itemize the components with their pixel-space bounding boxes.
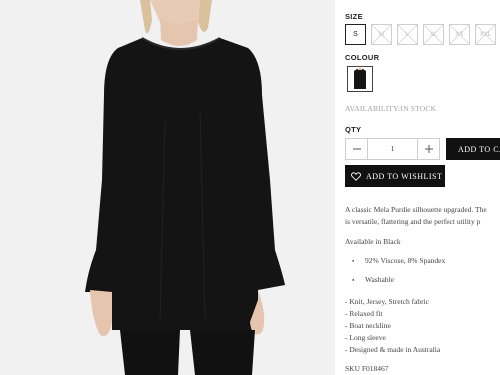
size-option-m[interactable]: M <box>371 24 392 45</box>
composition-item: 92% Viscose, 8% Spandex <box>352 256 445 265</box>
colour-swatch-black[interactable] <box>347 66 373 92</box>
plus-icon <box>424 145 433 153</box>
available-in-text: Available in Black <box>345 237 401 246</box>
unavailable-strike-icon <box>372 25 391 44</box>
size-selector: S MLXLXSXXL <box>345 24 496 45</box>
feature-item: - Relaxed fit <box>345 309 383 318</box>
feature-item: - Long sleeve <box>345 333 386 342</box>
quantity-stepper: 1 <box>345 138 440 160</box>
heart-icon <box>351 171 361 181</box>
model-wearing-tunic-illustration <box>0 0 335 375</box>
composition-item: Washable <box>352 275 394 284</box>
feature-item: - Knit, Jersey, Stretch fabric <box>345 297 430 306</box>
size-option-label: S <box>353 31 358 38</box>
add-to-cart-button[interactable]: ADD TO CART <box>446 138 500 160</box>
unavailable-strike-icon <box>398 25 417 44</box>
size-option-l[interactable]: L <box>397 24 418 45</box>
product-options-panel: SIZE S MLXLXSXXL COLOUR AVAILABILITY:IN S… <box>345 0 500 375</box>
colour-label: COLOUR <box>345 53 380 62</box>
description-line: A classic Mela Purdie silhouette upgrade… <box>345 205 487 214</box>
size-option-s[interactable]: S <box>345 24 366 45</box>
qty-input[interactable]: 1 <box>368 139 417 159</box>
availability-status: AVAILABILITY:IN STOCK <box>345 104 437 113</box>
qty-label: QTY <box>345 125 362 134</box>
product-description: A classic Mela Purdie silhouette upgrade… <box>345 204 500 228</box>
unavailable-strike-icon <box>476 25 495 44</box>
description-line: is versatile, flattering and the perfect… <box>345 217 481 226</box>
garment-thumbnail-icon <box>354 68 366 89</box>
size-label: SIZE <box>345 12 363 21</box>
unavailable-strike-icon <box>424 25 443 44</box>
size-option-xxl[interactable]: XXL <box>475 24 496 45</box>
product-image[interactable] <box>0 0 335 375</box>
qty-increase-button[interactable] <box>417 139 439 159</box>
sku-text: SKU F018467 <box>345 364 389 373</box>
qty-decrease-button[interactable] <box>346 139 368 159</box>
unavailable-strike-icon <box>450 25 469 44</box>
feature-item: - Boat neckline <box>345 321 391 330</box>
wishlist-label: ADD TO WISHLIST <box>366 171 443 181</box>
size-option-xs[interactable]: XS <box>449 24 470 45</box>
feature-item: - Designed & made in Australia <box>345 345 441 354</box>
minus-icon <box>352 148 361 150</box>
add-to-wishlist-button[interactable]: ADD TO WISHLIST <box>345 165 445 187</box>
size-option-xl[interactable]: XL <box>423 24 444 45</box>
